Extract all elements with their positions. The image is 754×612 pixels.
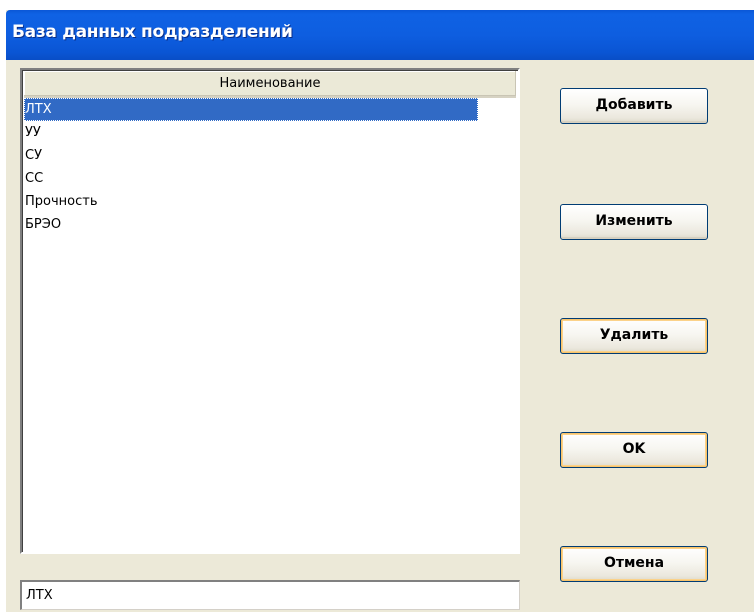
list-item[interactable]: Прочность	[24, 190, 478, 213]
delete-button[interactable]: Удалить	[560, 318, 708, 354]
window-title: База данных подразделений	[12, 22, 293, 42]
edit-button[interactable]: Изменить	[560, 204, 708, 240]
list-item[interactable]: СС	[24, 167, 478, 190]
title-bar[interactable]: База данных подразделений	[6, 10, 754, 60]
department-name-input[interactable]	[20, 580, 520, 610]
add-button[interactable]: Добавить	[560, 88, 708, 124]
departments-list[interactable]: Наименование ЛТХ УУ СУ СС Прочность БРЭО	[20, 68, 520, 554]
list-item[interactable]: УУ	[24, 121, 478, 144]
cancel-button[interactable]: Отмена	[560, 546, 708, 582]
list-item[interactable]: БРЭО	[24, 213, 478, 236]
departments-dialog: База данных подразделений Наименование Л…	[6, 10, 754, 612]
ok-button[interactable]: OK	[560, 432, 708, 468]
list-item[interactable]: СУ	[24, 144, 478, 167]
list-item[interactable]: ЛТХ	[24, 98, 478, 121]
column-header-name[interactable]: Наименование	[24, 71, 516, 98]
list-body[interactable]: ЛТХ УУ СУ СС Прочность БРЭО	[24, 98, 516, 550]
